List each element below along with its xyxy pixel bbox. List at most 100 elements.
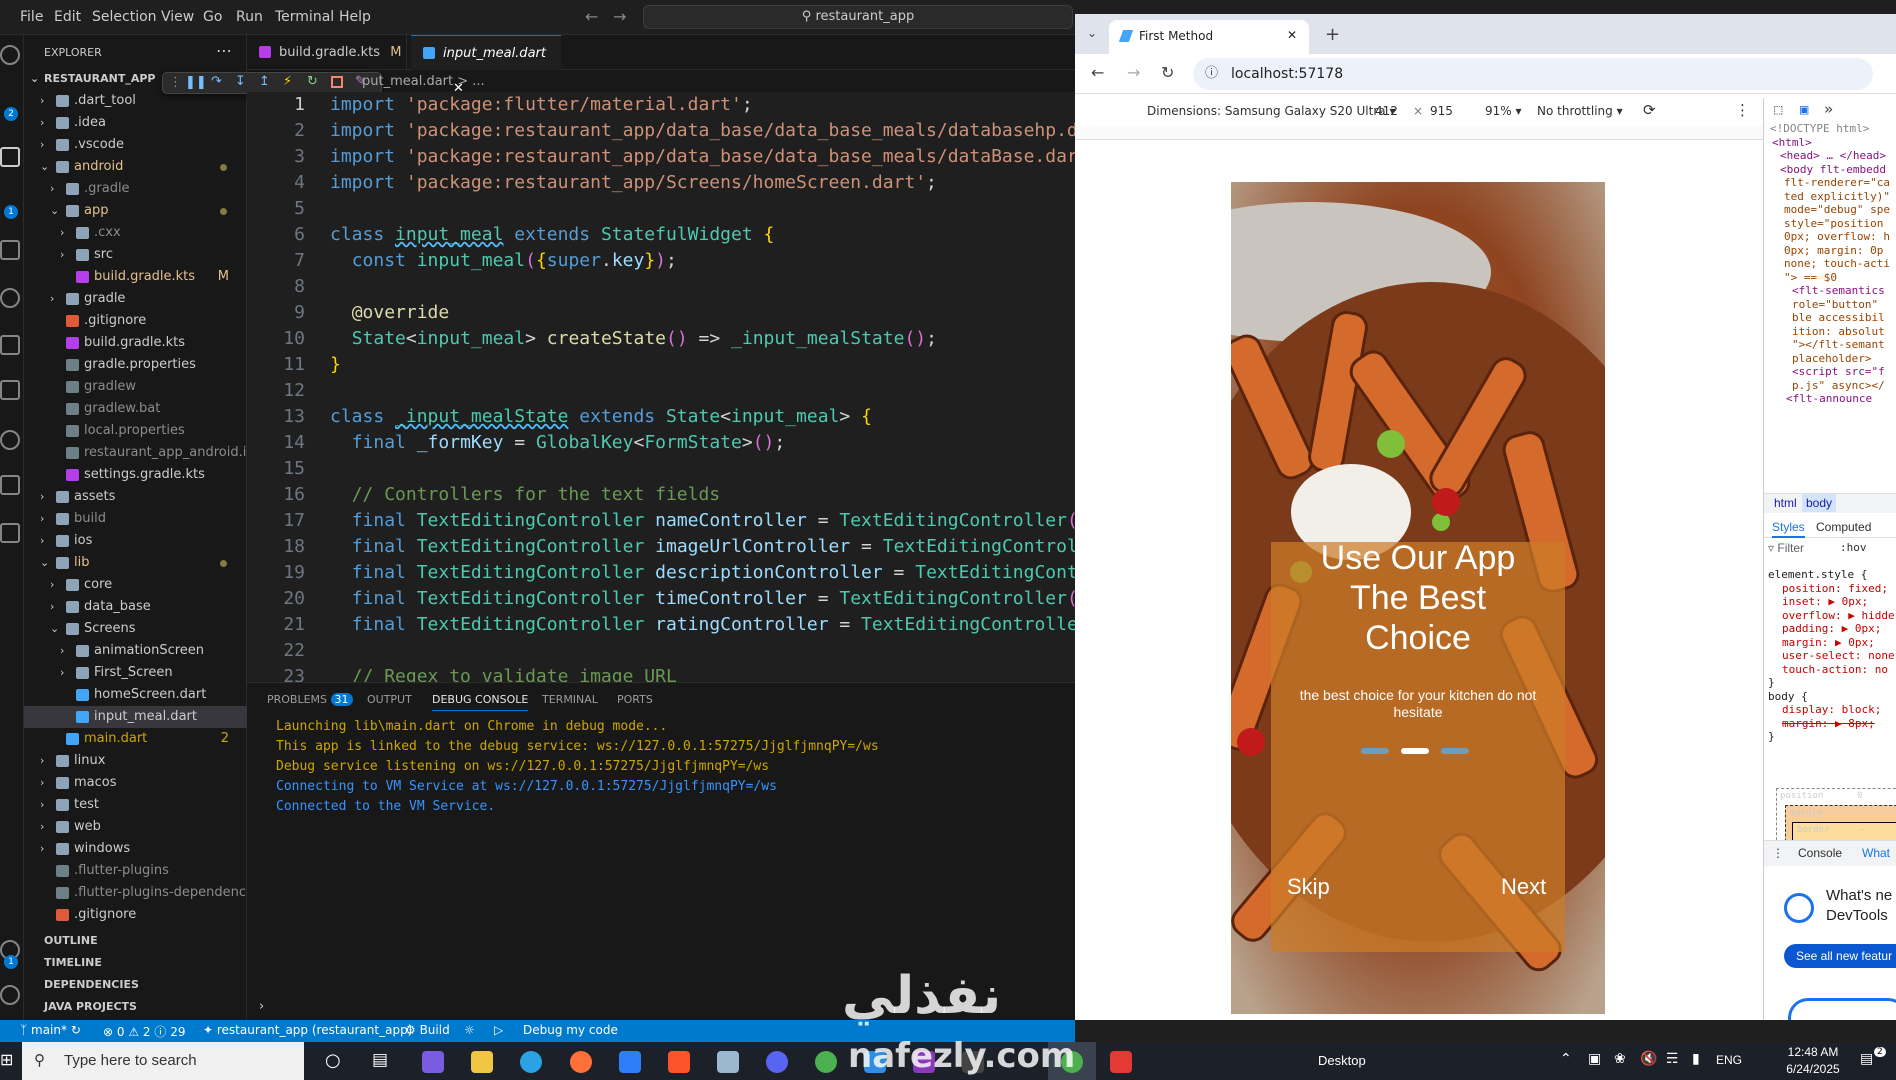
tree-item[interactable]: › .vscode — [24, 134, 247, 156]
tree-item[interactable]: gradlew.bat — [24, 398, 247, 420]
remote-icon[interactable] — [0, 335, 20, 355]
restart-icon[interactable]: ↻ — [307, 74, 318, 89]
device-more-icon[interactable]: ⋮ — [1735, 101, 1750, 119]
tree-item[interactable]: settings.gradle.kts — [24, 464, 247, 486]
more-tabs-icon[interactable]: » — [1824, 100, 1833, 118]
crumb-body[interactable]: body — [1802, 494, 1837, 512]
menu-edit[interactable]: Edit — [54, 9, 81, 25]
menu-file[interactable]: File — [20, 9, 43, 25]
discord-icon[interactable] — [766, 1051, 788, 1073]
tree-item[interactable]: gradlew — [24, 376, 247, 398]
step-into-icon[interactable]: ↧ — [235, 74, 246, 89]
dom-line[interactable]: <body flt-embedd — [1780, 163, 1886, 176]
store-icon[interactable] — [619, 1051, 641, 1073]
tab-problems[interactable]: PROBLEMS 31 — [267, 693, 353, 706]
forward-icon[interactable]: → — [1127, 63, 1140, 82]
problems-status[interactable]: ⊗ 0 ⚠ 2 ⓘ 29 — [103, 1023, 185, 1040]
dom-line[interactable]: 0px; overflow: h — [1784, 230, 1890, 243]
tab-ports[interactable]: PORTS — [617, 693, 653, 706]
menu-terminal[interactable]: Terminal — [275, 9, 334, 25]
tree-item[interactable]: › src — [24, 244, 247, 266]
tree-item[interactable]: .gitignore — [24, 904, 247, 926]
tree-item[interactable]: › ios — [24, 530, 247, 552]
tree-item[interactable]: › gradle — [24, 288, 247, 310]
app-icon[interactable] — [962, 1051, 984, 1073]
database-icon[interactable] — [0, 523, 20, 543]
volume-muted-icon[interactable]: 🔇 — [1640, 1051, 1657, 1067]
drawer-tab-whats-new[interactable]: What — [1862, 846, 1890, 860]
edge-icon[interactable] — [520, 1051, 542, 1073]
files-icon[interactable] — [0, 147, 20, 167]
clock[interactable]: 12:48 AM 6/24/2025 — [1778, 1044, 1848, 1078]
section-outline[interactable]: OUTLINE — [24, 930, 247, 952]
rotate-icon[interactable]: ⟳ — [1643, 101, 1656, 119]
pause-icon[interactable]: ❚❚ — [185, 75, 207, 90]
tree-item[interactable]: › assets — [24, 486, 247, 508]
style-rule-line[interactable]: touch-action: no — [1782, 663, 1888, 676]
close-tab-icon[interactable]: ✕ — [1287, 28, 1297, 42]
tree-item[interactable]: .gitignore — [24, 310, 247, 332]
battery-icon[interactable]: ▮ — [1692, 1051, 1700, 1067]
docker-icon[interactable] — [0, 380, 20, 400]
style-rule-line[interactable]: margin: ▶ 8px; — [1782, 717, 1875, 730]
dom-line[interactable]: <html> — [1772, 136, 1812, 149]
tree-item[interactable]: › linux — [24, 750, 247, 772]
style-rule-line[interactable]: } — [1768, 730, 1775, 743]
brave-icon[interactable] — [668, 1051, 690, 1073]
site-info-icon[interactable]: ⓘ — [1205, 58, 1218, 90]
tray-app-icon[interactable]: ▣ — [1588, 1051, 1601, 1067]
drawer-menu-icon[interactable]: ⋮ — [1772, 846, 1784, 860]
forward-arrow-icon[interactable]: → — [613, 7, 626, 26]
tree-item[interactable]: › core — [24, 574, 247, 596]
more-actions-icon[interactable]: ⋯ — [216, 41, 232, 60]
dom-line[interactable]: <head> … </head> — [1780, 149, 1886, 162]
style-rule-line[interactable]: overflow: ▶ hidde — [1782, 609, 1895, 622]
dom-line[interactable]: "></flt-semant — [1792, 338, 1885, 351]
dom-line[interactable]: "> == $0 — [1784, 271, 1837, 284]
section-timeline[interactable]: TIMELINE — [24, 952, 247, 974]
skip-button[interactable]: Skip — [1287, 874, 1330, 900]
dom-line[interactable]: 0px; margin: 0p — [1784, 244, 1883, 257]
styles-filter[interactable]: ▿ Filter — [1768, 541, 1804, 555]
tab-computed[interactable]: Computed — [1816, 520, 1871, 534]
style-rule-line[interactable]: margin: ▶ 0px; — [1782, 636, 1875, 649]
back-icon[interactable]: ← — [1091, 63, 1104, 82]
firefox-icon[interactable] — [570, 1051, 592, 1073]
tree-item[interactable]: › web — [24, 816, 247, 838]
crumb-html[interactable]: html — [1774, 496, 1797, 510]
hot-reload-icon[interactable]: ⚡ — [283, 74, 292, 89]
dom-line[interactable]: <flt-announce — [1786, 392, 1872, 405]
branch-status[interactable]: ᛉ main* ↻ — [20, 1023, 81, 1037]
dom-line[interactable]: placeholder> — [1792, 352, 1871, 365]
tree-item[interactable]: homeScreen.dart — [24, 684, 247, 706]
tree-item[interactable]: ⌄ android — [24, 156, 247, 178]
dom-line[interactable]: p.js" async></ — [1792, 379, 1885, 392]
tree-item[interactable]: .flutter-plugins — [24, 860, 247, 882]
drag-handle-icon[interactable]: ⋮ — [169, 75, 182, 90]
tree-item[interactable]: › windows — [24, 838, 247, 860]
back-arrow-icon[interactable]: ← — [585, 7, 598, 26]
menu-view[interactable]: View — [161, 9, 194, 25]
style-rule-line[interactable]: padding: ▶ 0px; — [1782, 622, 1881, 635]
tab-debug-console[interactable]: DEBUG CONSOLE — [432, 693, 529, 711]
notes-icon[interactable] — [717, 1051, 739, 1073]
taskbar-search[interactable]: ⚲ Type here to search — [22, 1042, 304, 1080]
dom-line[interactable]: <!DOCTYPE html> — [1770, 122, 1869, 135]
flutter-icon[interactable] — [0, 475, 20, 495]
breadcrumb[interactable]: put_meal.dart > ... — [362, 74, 485, 89]
tray-chevron-icon[interactable]: ⌃ — [1560, 1051, 1572, 1067]
see-all-features-button[interactable]: See all new featur — [1784, 944, 1896, 968]
hov-toggle[interactable]: :hov — [1840, 541, 1867, 554]
dom-line[interactable]: <flt-semantics — [1792, 284, 1885, 297]
debug-mode-status[interactable]: Debug my code — [523, 1023, 618, 1037]
location-icon[interactable]: ❀ — [1614, 1051, 1626, 1067]
dom-line[interactable]: none; touch-acti — [1784, 257, 1890, 270]
page-indicator-dot[interactable] — [1441, 748, 1469, 754]
tree-item[interactable]: local.properties — [24, 420, 247, 442]
vscode-icon[interactable] — [864, 1051, 886, 1073]
address-bar[interactable]: ⓘ localhost:57178 — [1193, 58, 1873, 90]
browser-tab[interactable]: First Method ✕ — [1109, 20, 1309, 54]
device-height[interactable]: 915 — [1430, 104, 1453, 118]
tab-styles[interactable]: Styles — [1772, 520, 1805, 538]
next-button[interactable]: Next — [1501, 874, 1546, 900]
